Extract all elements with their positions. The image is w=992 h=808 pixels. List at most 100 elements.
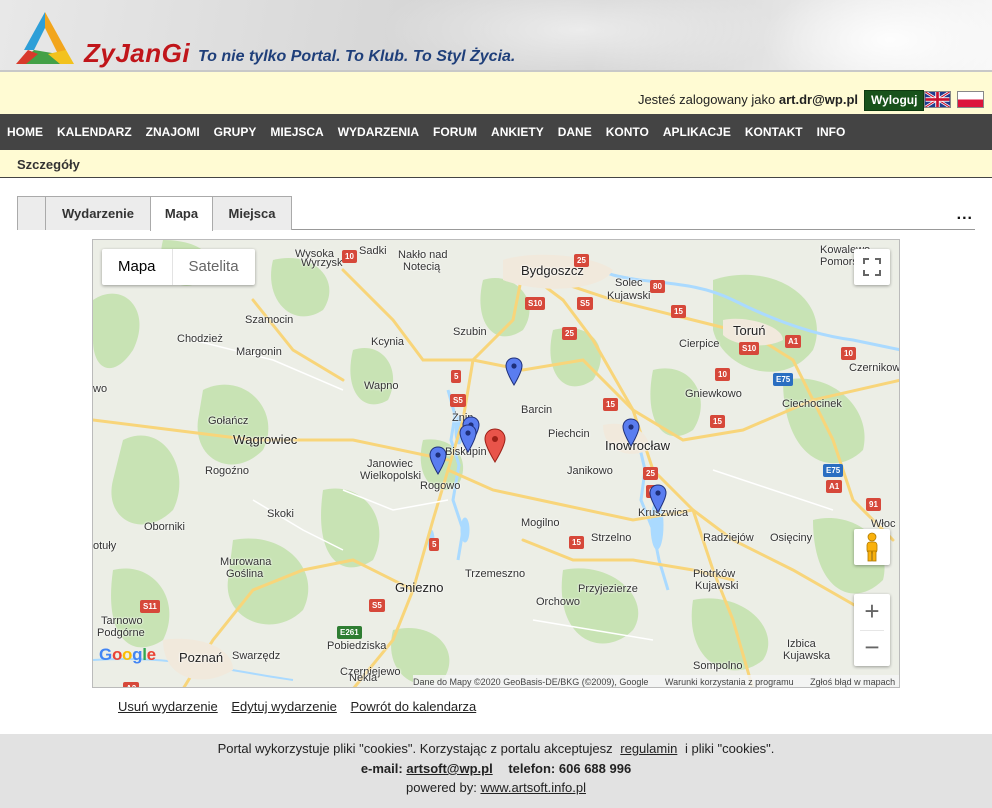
map-label: Chodzież xyxy=(177,333,223,345)
map-label: Gołańcz xyxy=(208,415,249,427)
map-marker-selected-icon[interactable] xyxy=(484,428,506,464)
map-label: Osięciny xyxy=(770,532,813,544)
map-label: Mogilno xyxy=(521,517,560,529)
zoom-control: + − xyxy=(854,594,890,666)
map-label: Czernikowo xyxy=(849,362,900,374)
nav-ankiety[interactable]: ANKIETY xyxy=(484,114,551,150)
map-label: Nekla xyxy=(349,672,378,684)
contact-line: e-mail: artsoft@wp.pl telefon: 606 688 9… xyxy=(0,761,992,776)
map-label: otuły xyxy=(93,540,117,552)
road-shield: 80 xyxy=(650,280,665,293)
nav-kontakt[interactable]: KONTAKT xyxy=(738,114,810,150)
phone-number: 606 688 996 xyxy=(558,761,632,776)
brand-tagline: To nie tylko Portal. To Klub. To Styl Ży… xyxy=(198,48,516,65)
tab-wydarzenie[interactable]: Wydarzenie xyxy=(45,196,151,230)
map-type-map-button[interactable]: Mapa xyxy=(102,249,173,285)
logout-button[interactable]: Wyloguj xyxy=(864,90,925,111)
map-marker-icon[interactable] xyxy=(505,357,523,387)
map-data-credit: Dane do Mapy ©2020 GeoBasis-DE/BKG (©200… xyxy=(413,677,649,687)
event-map[interactable]: Wysoka Wyrzysk Sadki Nakło nad Notecią B… xyxy=(92,239,900,688)
map-label: Rogoźno xyxy=(205,465,250,477)
map-label: Solec xyxy=(615,277,643,289)
nav-forum[interactable]: FORUM xyxy=(426,114,484,150)
map-label: Murowana xyxy=(220,556,272,568)
nav-grupy[interactable]: GRUPY xyxy=(207,114,264,150)
fullscreen-button[interactable] xyxy=(854,249,890,285)
zoom-in-button[interactable]: + xyxy=(854,594,890,630)
map-label: Piechcin xyxy=(548,428,590,440)
nav-home[interactable]: HOME xyxy=(0,114,50,150)
road-shield: 10 xyxy=(715,368,730,381)
map-label-poznan: Poznań xyxy=(179,650,224,665)
road-shield: S5 xyxy=(577,297,593,310)
map-label: Orchowo xyxy=(536,596,581,608)
map-label: Sompolno xyxy=(693,660,743,672)
english-flag-icon[interactable] xyxy=(924,91,951,108)
map-marker-icon[interactable] xyxy=(649,484,667,514)
delete-event-link[interactable]: Usuń wydarzenie xyxy=(118,699,218,714)
road-shield: 15 xyxy=(569,536,584,549)
zoom-out-button[interactable]: − xyxy=(854,630,890,666)
road-shield: E75 xyxy=(823,464,844,477)
powered-by: powered by: www.artsoft.info.pl xyxy=(0,780,992,795)
map-label: Wielkopolski xyxy=(360,470,422,482)
phone-label: telefon: xyxy=(508,761,556,776)
road-shield: 25 xyxy=(574,254,589,267)
road-shield: E75 xyxy=(773,373,794,386)
nav-aplikacje[interactable]: APLIKACJE xyxy=(656,114,738,150)
zyjangi-logo-icon[interactable] xyxy=(14,10,76,68)
map-label: Rogowo xyxy=(420,480,461,492)
nav-miejsca[interactable]: MIEJSCA xyxy=(263,114,330,150)
logged-in-prefix: Jesteś zalogowany jako xyxy=(637,92,776,107)
map-label: Janowiec xyxy=(367,458,413,470)
map-type-control: Mapa Satelita xyxy=(102,249,255,285)
google-logo[interactable]: Google xyxy=(99,645,156,665)
map-terms-link[interactable]: Warunki korzystania z programu xyxy=(665,677,794,687)
nav-kalendarz[interactable]: KALENDARZ xyxy=(50,114,139,150)
road-shield: S11 xyxy=(140,600,160,613)
nav-wydarzenia[interactable]: WYDARZENIA xyxy=(331,114,426,150)
road-shield: 25 xyxy=(643,467,658,480)
map-marker-icon[interactable] xyxy=(429,446,447,476)
polish-flag-icon[interactable] xyxy=(957,91,984,108)
map-label: Kcynia xyxy=(371,336,405,348)
powered-label: powered by: xyxy=(406,780,477,795)
road-shield: A1 xyxy=(785,335,802,348)
map-basemap[interactable] xyxy=(93,240,900,688)
road-shield: 15 xyxy=(603,398,618,411)
road-shield: 10 xyxy=(342,250,357,263)
road-shield: E261 xyxy=(337,626,362,639)
map-type-satellite-button[interactable]: Satelita xyxy=(173,249,255,285)
more-menu-icon[interactable]: ... xyxy=(957,206,973,224)
edit-event-link[interactable]: Edytuj wydarzenie xyxy=(231,699,337,714)
map-label: Podgórne xyxy=(97,627,145,639)
map-label: Barcin xyxy=(521,404,553,416)
nav-konto[interactable]: KONTO xyxy=(599,114,656,150)
nav-znajomi[interactable]: ZNAJOMI xyxy=(139,114,207,150)
map-label: Przyjezierze xyxy=(578,583,638,595)
back-to-calendar-link[interactable]: Powrót do kalendarza xyxy=(350,699,476,714)
map-label: Ciechocinek xyxy=(782,398,842,410)
artsoft-link[interactable]: www.artsoft.info.pl xyxy=(480,780,586,795)
regulamin-link[interactable]: regulamin xyxy=(620,741,677,756)
tab-blank[interactable] xyxy=(17,196,46,230)
nav-dane[interactable]: DANE xyxy=(551,114,599,150)
map-label: Cierpice xyxy=(679,338,720,350)
brand-name[interactable]: ZyJanGi xyxy=(84,38,190,69)
map-marker-icon[interactable] xyxy=(622,418,640,448)
cookies-notice: Portal wykorzystuje pliki "cookies". Kor… xyxy=(0,741,992,756)
street-view-pegman-button[interactable] xyxy=(854,529,890,565)
email-link[interactable]: artsoft@wp.pl xyxy=(406,761,492,776)
cookies-text-end: i pliki "cookies". xyxy=(684,741,775,756)
map-label-wagrowiec: Wągrowiec xyxy=(233,432,298,447)
map-label: Tarnowo xyxy=(101,615,143,627)
nav-info[interactable]: INFO xyxy=(810,114,853,150)
map-label: Szamocin xyxy=(245,314,294,326)
map-report-link[interactable]: Zgłoś błąd w mapach xyxy=(810,677,895,687)
map-label: Wyrzysk xyxy=(301,257,343,269)
tab-mapa[interactable]: Mapa xyxy=(150,196,213,231)
map-label-torun: Toruń xyxy=(733,323,766,338)
tab-miejsca[interactable]: Miejsca xyxy=(212,196,292,230)
map-label: Swarzędz xyxy=(232,650,281,662)
map-marker-icon[interactable] xyxy=(459,424,477,454)
